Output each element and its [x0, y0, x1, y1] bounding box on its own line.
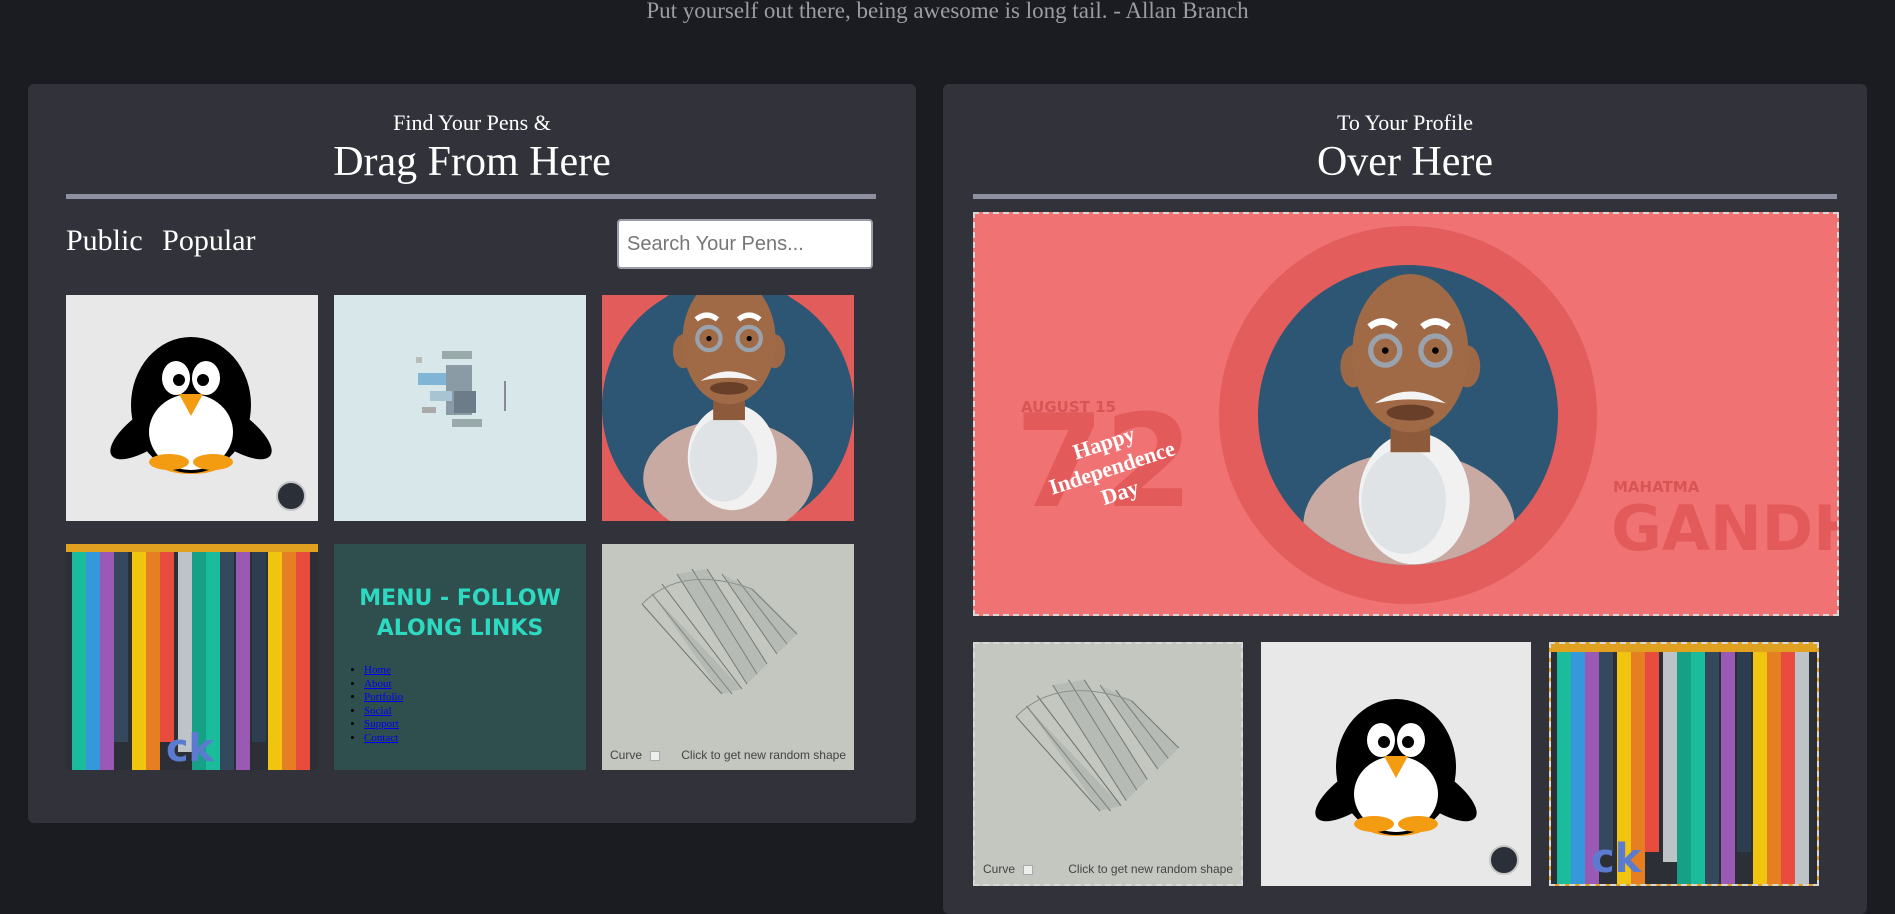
stripes-text: ck	[1591, 836, 1642, 882]
new-shape-label[interactable]: Click to get new random shape	[1068, 862, 1233, 876]
menu-link-portfolio[interactable]: Portfolio	[364, 691, 403, 703]
gandhi-portrait	[602, 295, 854, 521]
gandhi-name-big: GANDHI	[1611, 492, 1837, 565]
pen-thumb-penguin[interactable]	[66, 295, 318, 521]
pen-thumb-gandhi[interactable]	[602, 295, 854, 521]
pen-thumb-glitch[interactable]	[334, 295, 586, 521]
pen-thumb-menu[interactable]: MENU - FOLLOW ALONG LINKS Home About Por…	[334, 544, 586, 770]
feather-shape	[1015, 679, 1180, 812]
panel-title: Over Here	[1316, 139, 1494, 185]
gandhi-portrait	[1219, 226, 1597, 604]
profile-pen-curve[interactable]: Curve Click to get new random shape	[973, 642, 1243, 886]
profile-pen-stripes[interactable]: ck	[1549, 642, 1819, 886]
search-input[interactable]	[617, 219, 873, 269]
curve-checkbox[interactable]	[650, 750, 661, 761]
quote-text: Put yourself out there, being awesome is…	[646, 0, 1249, 23]
glitch-art	[416, 351, 506, 427]
curve-label: Curve	[610, 748, 643, 762]
avatar[interactable]	[276, 481, 306, 511]
profile-pen-penguin[interactable]	[1261, 642, 1531, 886]
penguin-icon	[1306, 699, 1486, 836]
menu-link-list: Home About Portfolio Social Support Cont…	[346, 664, 403, 745]
stripes-text: ck	[166, 726, 214, 770]
menu-link-support[interactable]: Support	[364, 718, 399, 730]
tab-public[interactable]: Public	[66, 224, 143, 257]
menu-link-contact[interactable]: Contact	[364, 732, 398, 744]
panel-title: Drag From Here	[333, 139, 611, 185]
menu-link-social[interactable]: Social	[364, 705, 392, 717]
avatar[interactable]	[1489, 845, 1519, 875]
feather-shape	[641, 568, 798, 695]
panel-divider	[973, 194, 1837, 199]
tab-popular[interactable]: Popular	[162, 224, 255, 257]
menu-title: MENU - FOLLOW ALONG LINKS	[359, 586, 561, 641]
curve-label: Curve	[983, 862, 1016, 876]
pen-thumb-stripes[interactable]: ck	[66, 544, 318, 770]
menu-link-about[interactable]: About	[364, 678, 392, 690]
panel-divider	[66, 194, 876, 199]
profile-target-panel: To Your Profile Over Here AUGUST 15 (194…	[943, 84, 1867, 914]
panel-subtitle: Find Your Pens &	[393, 110, 551, 135]
pens-source-panel: Find Your Pens & Drag From Here Public P…	[28, 84, 916, 823]
pen-thumb-curve[interactable]: Curve Click to get new random shape	[602, 544, 854, 770]
curve-checkbox[interactable]	[1023, 864, 1034, 875]
pen-tabs: Public Popular	[66, 224, 268, 258]
curve-controls: Curve Click to get new random shape	[610, 748, 846, 762]
panel-subtitle: To Your Profile	[1337, 110, 1473, 135]
featured-pen-gandhi[interactable]: AUGUST 15 (1947-2018) 72 Happy Independe…	[973, 212, 1839, 616]
new-shape-label[interactable]: Click to get new random shape	[681, 748, 846, 762]
menu-link-home[interactable]: Home	[364, 664, 391, 676]
curve-controls: Curve Click to get new random shape	[983, 862, 1233, 876]
